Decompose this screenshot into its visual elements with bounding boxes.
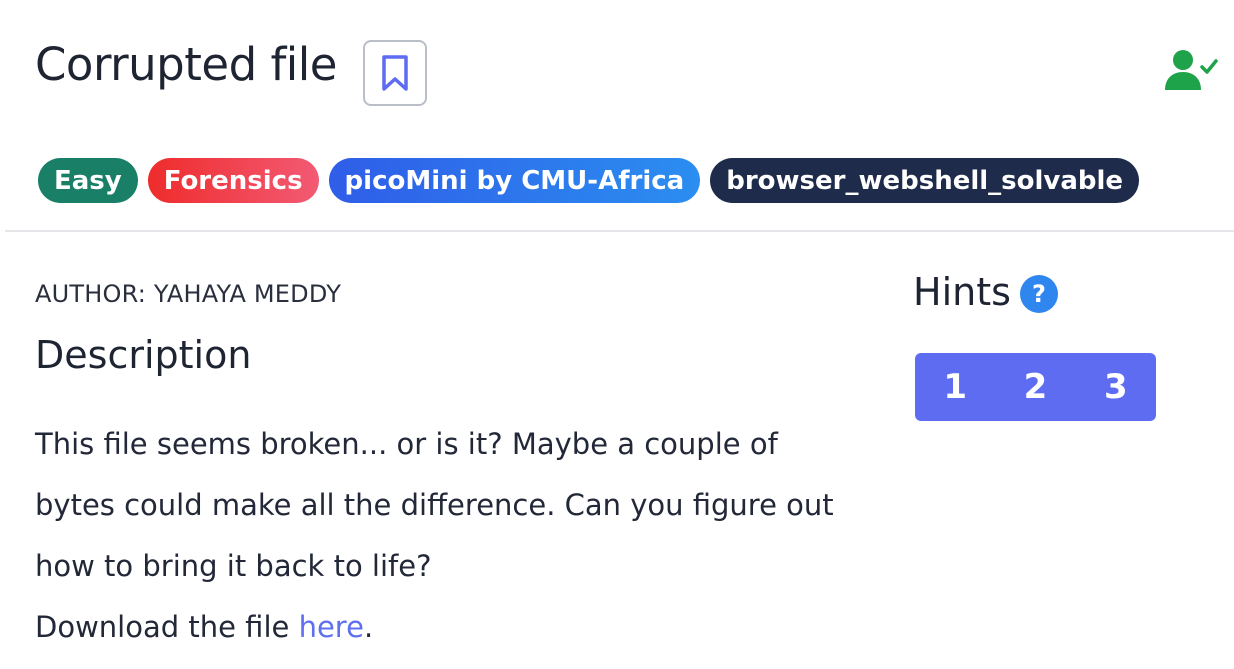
description-heading: Description xyxy=(35,333,252,377)
tag-category[interactable]: Forensics xyxy=(147,158,319,203)
hint-button-3[interactable]: 3 xyxy=(1076,353,1156,421)
description-body: This file seems broken... or is it? Mayb… xyxy=(35,414,865,658)
tag-difficulty[interactable]: Easy xyxy=(38,158,138,203)
bookmark-icon xyxy=(382,55,408,91)
user-check-icon xyxy=(1165,50,1218,90)
tag-webshell[interactable]: browser_webshell_solvable xyxy=(710,158,1140,203)
tag-event[interactable]: picoMini by CMU-Africa xyxy=(328,158,701,203)
bookmark-button[interactable] xyxy=(363,40,427,106)
tag-list: Easy Forensics picoMini by CMU-Africa br… xyxy=(38,158,1140,203)
download-link[interactable]: here xyxy=(299,610,364,644)
download-suffix: . xyxy=(363,610,374,644)
author-label: AUTHOR: YAHAYA MEDDY xyxy=(35,280,342,308)
hint-button-2[interactable]: 2 xyxy=(995,353,1075,421)
download-line: Download the file here. xyxy=(35,597,865,658)
hints-heading: Hints xyxy=(913,270,1011,314)
hint-button-1[interactable]: 1 xyxy=(915,353,995,421)
divider xyxy=(5,230,1234,232)
download-prefix: Download the file xyxy=(35,610,299,644)
description-text: This file seems broken... or is it? Mayb… xyxy=(35,427,834,583)
help-icon[interactable]: ? xyxy=(1020,275,1058,313)
challenge-title: Corrupted file xyxy=(35,38,337,91)
hint-button-group: 1 2 3 xyxy=(915,353,1156,421)
